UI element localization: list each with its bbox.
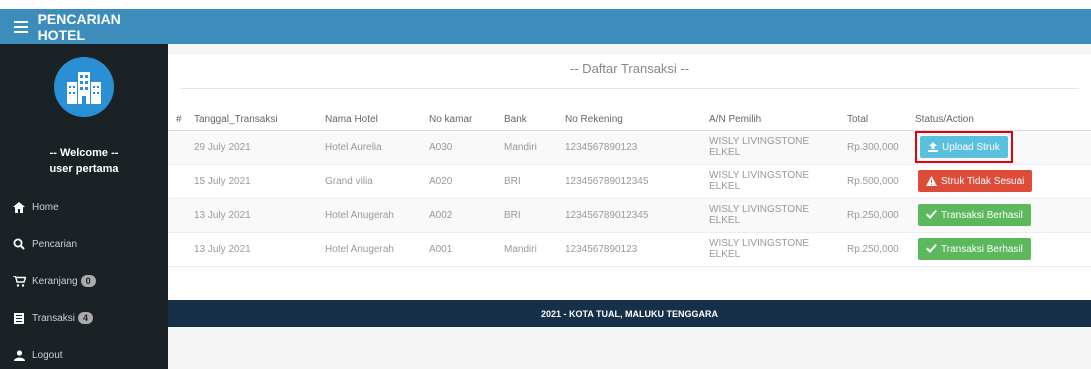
cell-date: 13 July 2021 <box>190 232 321 267</box>
title-divider <box>180 88 1079 89</box>
check-badge-icon <box>926 244 937 254</box>
search-icon <box>12 238 26 250</box>
sidebar-item-label: Pencarian <box>32 238 78 250</box>
cell-bank: BRI <box>500 198 561 233</box>
highlight-box: Upload Struk <box>915 131 1013 163</box>
transaksi-berhasil-button[interactable]: Transaksi Berhasil <box>918 204 1031 226</box>
cell-owner: WISLY LIVINGSTONE ELKEL <box>705 232 843 267</box>
table-row: 13 July 2021 Hotel Anugerah A001 Mandiri… <box>168 232 1091 267</box>
header-bar <box>168 9 1091 44</box>
hotel-building-icon <box>67 72 101 104</box>
sidebar-item-label: Transaksi <box>32 312 75 324</box>
button-label: Transaksi Berhasil <box>941 243 1023 255</box>
cell-bank: Mandiri <box>500 232 561 267</box>
cell-hotel: Hotel Anugerah <box>321 232 425 267</box>
upload-struk-button[interactable]: Upload Struk <box>920 136 1008 158</box>
upload-icon <box>928 142 938 152</box>
table-row: 13 July 2021 Hotel Anugerah A002 BRI 123… <box>168 198 1091 233</box>
cell-hotel: Hotel Aurelia <box>321 130 425 165</box>
transaction-count-badge: 4 <box>77 312 93 324</box>
column-header: Status/Action <box>911 110 1091 131</box>
avatar <box>54 57 114 117</box>
cell-total: Rp.500,000 <box>843 164 911 199</box>
sidebar-item-home[interactable]: Home <box>12 198 59 216</box>
welcome-block: -- Welcome -- user pertama <box>0 145 168 177</box>
footer-text: 2021 - KOTA TUAL, MALUKU TENGGARA <box>540 308 718 319</box>
sidebar-item-pencarian[interactable]: Pencarian <box>12 235 77 253</box>
table-header-row: # Tanggal_Transaksi Nama Hotel No kamar … <box>168 110 1091 131</box>
cell-account: 1234567890123 <box>561 130 705 165</box>
cell-owner: WISLY LIVINGSTONE ELKEL <box>705 164 843 199</box>
column-header: Tanggal_Transaksi <box>190 110 321 131</box>
sidebar-item-keranjang[interactable]: Keranjang 0 <box>12 272 96 290</box>
warning-icon <box>926 176 937 186</box>
cell-owner: WISLY LIVINGSTONE ELKEL <box>705 130 843 165</box>
button-label: Struk Tidak Sesuai <box>941 175 1025 187</box>
cell-bank: BRI <box>500 164 561 199</box>
sidebar-item-label: Logout <box>32 349 63 361</box>
sidebar-item-label: Home <box>32 201 59 213</box>
column-header: # <box>168 110 190 131</box>
cart-icon <box>12 275 26 287</box>
column-header: Total <box>843 110 911 131</box>
panel-title: -- Daftar Transaksi -- <box>569 61 690 76</box>
cell-room: A002 <box>425 198 500 233</box>
column-header: No Rekening <box>561 110 705 131</box>
transaction-table: # Tanggal_Transaksi Nama Hotel No kamar … <box>168 110 1091 267</box>
column-header: No kamar <box>425 110 500 131</box>
cart-count-badge: 0 <box>80 275 96 287</box>
cell-date: 29 July 2021 <box>190 130 321 165</box>
home-icon <box>12 201 26 213</box>
sidebar-item-transaksi[interactable]: Transaksi 4 <box>12 309 93 327</box>
top-bar: PENCARIAN HOTEL <box>0 0 1091 44</box>
main-content: -- Daftar Transaksi -- # Tanggal_Transak… <box>168 44 1091 369</box>
struk-tidak-sesuai-button[interactable]: Struk Tidak Sesuai <box>918 170 1033 192</box>
cell-account: 1234567890123 <box>561 232 705 267</box>
button-label: Transaksi Berhasil <box>941 209 1023 221</box>
check-badge-icon <box>926 210 937 220</box>
sidebar-item-label: Keranjang <box>32 275 78 287</box>
cell-room: A030 <box>425 130 500 165</box>
hamburger-menu-icon[interactable] <box>14 18 28 36</box>
app-title: PENCARIAN HOTEL <box>37 10 121 43</box>
cell-room: A001 <box>425 232 500 267</box>
cell-total: Rp.250,000 <box>843 198 911 233</box>
sidebar: -- Welcome -- user pertama Home Pencaria… <box>0 44 168 369</box>
username: user pertama <box>49 163 119 175</box>
brand-bar: PENCARIAN HOTEL <box>0 9 168 44</box>
cell-room: A020 <box>425 164 500 199</box>
cell-owner: WISLY LIVINGSTONE ELKEL <box>705 198 843 233</box>
cell-account: 123456789012345 <box>561 164 705 199</box>
cell-account: 123456789012345 <box>561 198 705 233</box>
footer: 2021 - KOTA TUAL, MALUKU TENGGARA <box>168 300 1091 327</box>
cell-date: 13 July 2021 <box>190 198 321 233</box>
button-label: Upload Struk <box>942 141 1000 153</box>
column-header: A/N Pemilih <box>705 110 843 131</box>
column-header: Bank <box>500 110 561 131</box>
table-row: 15 July 2021 Grand vilia A020 BRI 123456… <box>168 164 1091 199</box>
user-icon <box>12 349 26 361</box>
welcome-text: -- Welcome -- <box>49 147 119 159</box>
table-row: 29 July 2021 Hotel Aurelia A030 Mandiri … <box>168 130 1091 165</box>
cell-date: 15 July 2021 <box>190 164 321 199</box>
cell-total: Rp.250,000 <box>843 232 911 267</box>
cell-hotel: Hotel Anugerah <box>321 198 425 233</box>
cell-bank: Mandiri <box>500 130 561 165</box>
cell-hotel: Grand vilia <box>321 164 425 199</box>
sidebar-item-logout[interactable]: Logout <box>12 346 63 364</box>
transaction-panel: -- Daftar Transaksi -- # Tanggal_Transak… <box>168 54 1091 300</box>
transaksi-berhasil-button[interactable]: Transaksi Berhasil <box>918 238 1031 260</box>
column-header: Nama Hotel <box>321 110 425 131</box>
cell-total: Rp.300,000 <box>843 130 911 165</box>
list-icon <box>12 312 26 324</box>
